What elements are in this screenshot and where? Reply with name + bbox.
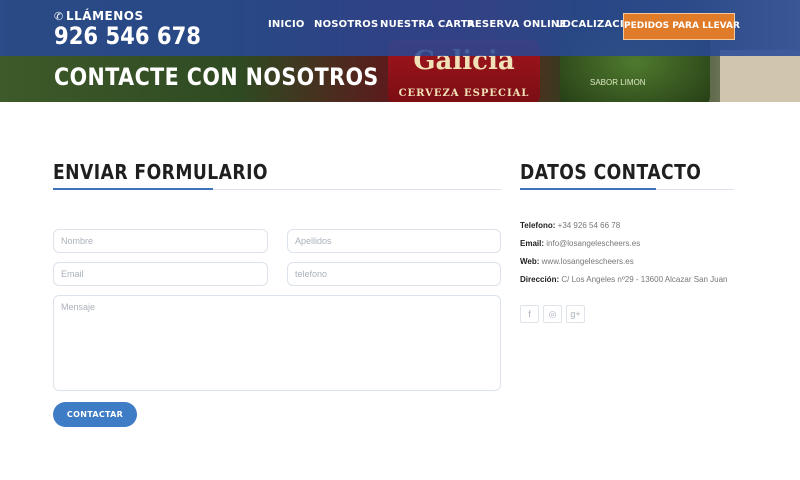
takeaway-orders-button[interactable]: PEDIDOS PARA LLEVAR [623, 13, 740, 40]
contact-address-label: Dirección: [520, 275, 560, 284]
contact-web-label: Web: [520, 257, 540, 266]
contact-submit-button[interactable]: CONTACTAR [53, 402, 137, 427]
contact-phone-label: Telefono: [520, 221, 556, 230]
contact-phone-value[interactable]: +34 926 54 66 78 [558, 221, 621, 230]
call-us-label: ✆ LLÁMENOS [54, 9, 144, 23]
beer-label-sub: CERVEZA ESPECIAL [398, 88, 530, 99]
facebook-icon[interactable]: f [520, 305, 539, 323]
nav-nosotros[interactable]: NOSOTROS [314, 19, 378, 30]
contact-title-accent [520, 188, 656, 190]
contact-phone-row: Telefono: +34 926 54 66 78 [520, 221, 620, 230]
contact-web-value[interactable]: www.losangelescheers.es [542, 257, 634, 266]
message-textarea[interactable] [53, 295, 501, 391]
form-title-divider [53, 188, 501, 190]
contact-address-value: C/ Los Angeles nº29 - 13600 Alcazar San … [561, 275, 728, 284]
contact-section-title: DATOS CONTACTO [520, 160, 702, 184]
page-title: CONTACTE CON NOSOTROS [54, 63, 379, 91]
contact-email-row: Email: info@losangelescheers.es [520, 239, 640, 248]
green-bottle-text: SABOR LIMON [590, 78, 646, 87]
google-plus-icon[interactable]: g+ [566, 305, 585, 323]
email-input[interactable] [53, 262, 268, 286]
surname-input[interactable] [287, 229, 501, 253]
contact-web-row: Web: www.losangelescheers.es [520, 257, 634, 266]
contact-address-row: Dirección: C/ Los Angeles nº29 - 13600 A… [520, 275, 728, 284]
contact-email-label: Email: [520, 239, 545, 248]
form-title-accent [53, 188, 213, 190]
contact-title-divider [520, 188, 734, 190]
header-phone-number[interactable]: 926 546 678 [54, 22, 201, 50]
nav-reserva-online[interactable]: RESERVA ONLINE [467, 19, 567, 30]
instagram-icon[interactable]: ◎ [543, 305, 562, 323]
nav-nuestra-carta[interactable]: NUESTRA CARTA [380, 19, 475, 30]
name-input[interactable] [53, 229, 268, 253]
phone-input[interactable] [287, 262, 501, 286]
contact-email-value[interactable]: info@losangelescheers.es [546, 239, 640, 248]
form-section-title: ENVIAR FORMULARIO [53, 160, 268, 184]
nav-inicio[interactable]: INICIO [268, 19, 305, 30]
paper-background [720, 50, 800, 102]
top-navigation-bar: ✆ LLÁMENOS 926 546 678 INICIO NOSOTROS NU… [0, 0, 800, 56]
